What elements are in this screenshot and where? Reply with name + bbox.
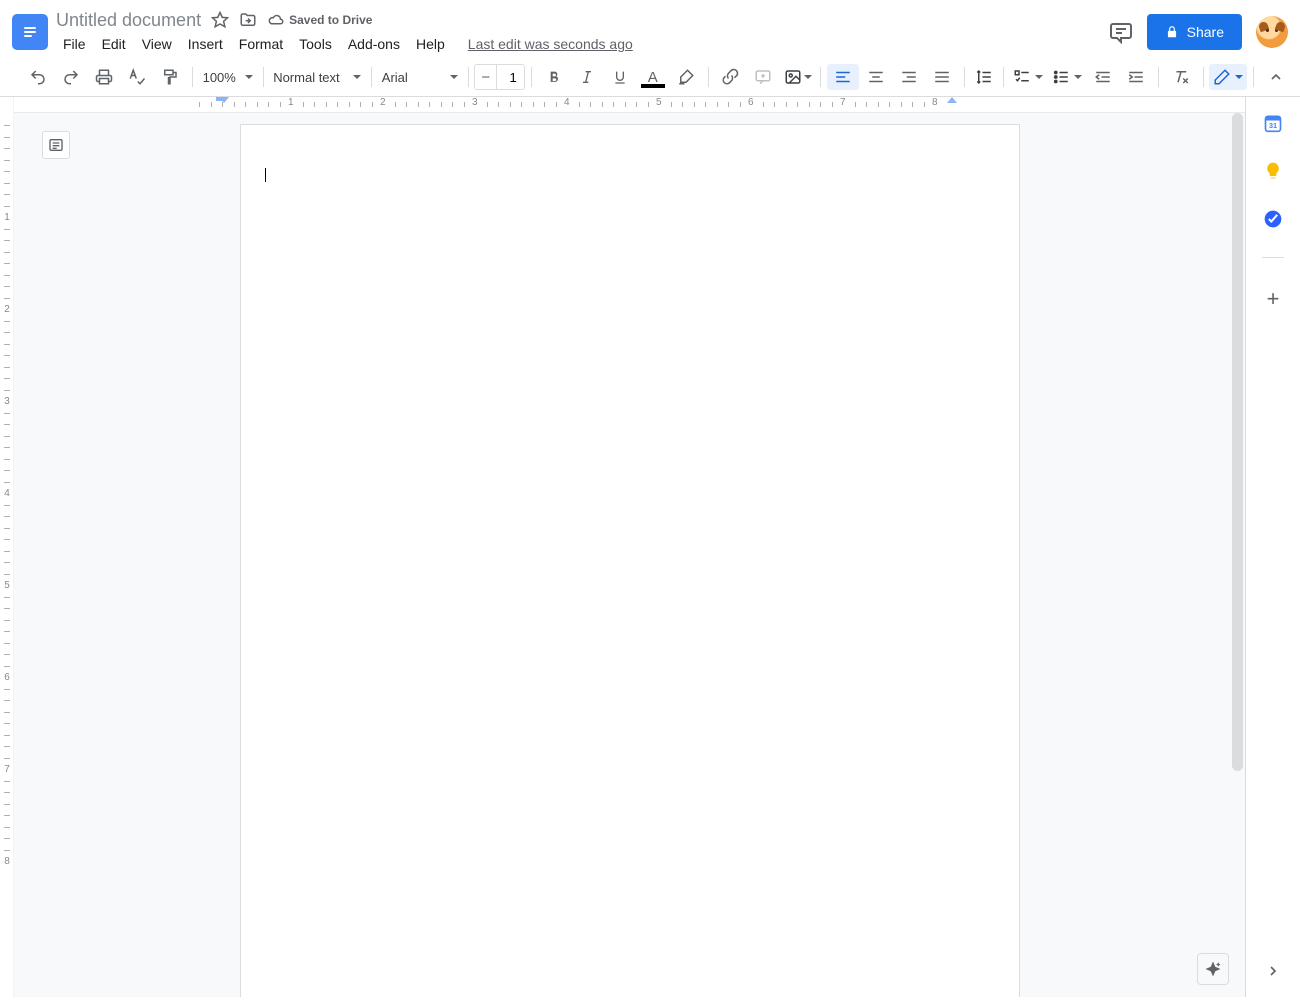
document-page[interactable] — [240, 124, 1020, 997]
share-button[interactable]: Share — [1147, 14, 1242, 50]
menubar: File Edit View Insert Format Tools Add-o… — [56, 33, 1109, 55]
document-canvas[interactable] — [14, 97, 1245, 997]
spellcheck-button[interactable] — [121, 64, 153, 90]
bulleted-list-dropdown[interactable] — [1048, 64, 1086, 90]
menu-addons[interactable]: Add-ons — [341, 32, 407, 56]
move-icon[interactable] — [239, 11, 257, 29]
hide-sidepanel-button[interactable] — [1265, 963, 1281, 979]
collapse-toolbar-button[interactable] — [1260, 64, 1292, 90]
caret-icon — [1074, 75, 1082, 79]
align-center-button[interactable] — [860, 64, 892, 90]
caret-icon — [804, 75, 812, 79]
line-spacing-dropdown[interactable] — [971, 64, 997, 90]
get-addons-button[interactable]: + — [1267, 286, 1280, 312]
caret-icon — [450, 75, 458, 79]
increase-indent-button[interactable] — [1120, 64, 1152, 90]
caret-icon — [1035, 75, 1043, 79]
keep-icon[interactable] — [1263, 161, 1283, 181]
caret-icon — [1235, 75, 1243, 79]
clear-formatting-button[interactable] — [1165, 64, 1197, 90]
menu-insert[interactable]: Insert — [181, 32, 230, 56]
print-button[interactable] — [88, 64, 120, 90]
bold-button[interactable] — [538, 64, 570, 90]
save-status[interactable]: Saved to Drive — [267, 11, 372, 29]
left-indent-marker[interactable] — [216, 97, 224, 101]
undo-button[interactable] — [22, 64, 54, 90]
menu-format[interactable]: Format — [232, 32, 290, 56]
menu-file[interactable]: File — [56, 32, 93, 56]
highlight-button[interactable] — [670, 64, 702, 90]
font-size-decrease[interactable]: − — [475, 65, 496, 89]
insert-link-button[interactable] — [714, 64, 746, 90]
font-size-input[interactable] — [496, 64, 525, 90]
checklist-dropdown[interactable] — [1009, 64, 1047, 90]
vertical-scrollbar[interactable] — [1232, 113, 1243, 957]
text-color-button[interactable]: A — [637, 64, 669, 90]
docs-logo[interactable] — [12, 14, 48, 50]
right-indent-marker[interactable] — [947, 97, 957, 103]
horizontal-ruler[interactable]: 12345678 — [14, 97, 1245, 113]
explore-button[interactable] — [1197, 953, 1229, 985]
caret-icon — [245, 75, 253, 79]
vertical-ruler[interactable]: 12345678 — [0, 97, 14, 997]
menu-tools[interactable]: Tools — [292, 32, 339, 56]
font-dropdown[interactable]: Arial — [378, 64, 462, 90]
zoom-dropdown[interactable]: 100% — [199, 64, 257, 90]
save-status-text: Saved to Drive — [289, 13, 372, 27]
insert-image-dropdown[interactable] — [780, 64, 814, 90]
menu-edit[interactable]: Edit — [95, 32, 133, 56]
redo-button[interactable] — [55, 64, 87, 90]
lock-icon — [1165, 25, 1179, 39]
share-label: Share — [1187, 24, 1224, 40]
svg-text:31: 31 — [1269, 121, 1277, 130]
underline-button[interactable] — [604, 64, 636, 90]
paint-format-button[interactable] — [154, 64, 186, 90]
star-icon[interactable] — [211, 11, 229, 29]
italic-button[interactable] — [571, 64, 603, 90]
caret-icon — [353, 75, 361, 79]
account-avatar[interactable] — [1256, 16, 1288, 48]
tasks-icon[interactable] — [1263, 209, 1283, 229]
last-edit-link[interactable]: Last edit was seconds ago — [468, 36, 633, 52]
side-panel: 31 + — [1245, 97, 1300, 997]
align-right-button[interactable] — [893, 64, 925, 90]
align-justify-button[interactable] — [926, 64, 958, 90]
menu-help[interactable]: Help — [409, 32, 452, 56]
insert-comment-button[interactable] — [747, 64, 779, 90]
toolbar: 100% Normal text Arial − + A — [0, 58, 1300, 96]
align-left-button[interactable] — [827, 64, 859, 90]
comment-history-icon[interactable] — [1109, 20, 1133, 44]
scrollbar-thumb[interactable] — [1232, 113, 1243, 771]
paragraph-style-dropdown[interactable]: Normal text — [269, 64, 365, 90]
font-size-control: − + — [474, 64, 525, 90]
document-title[interactable]: Untitled document — [56, 10, 201, 31]
side-divider — [1262, 257, 1284, 258]
menu-view[interactable]: View — [135, 32, 179, 56]
outline-toggle-button[interactable] — [42, 131, 70, 159]
decrease-indent-button[interactable] — [1087, 64, 1119, 90]
calendar-icon[interactable]: 31 — [1263, 113, 1283, 133]
editing-mode-dropdown[interactable] — [1209, 64, 1247, 90]
text-cursor — [265, 168, 266, 182]
